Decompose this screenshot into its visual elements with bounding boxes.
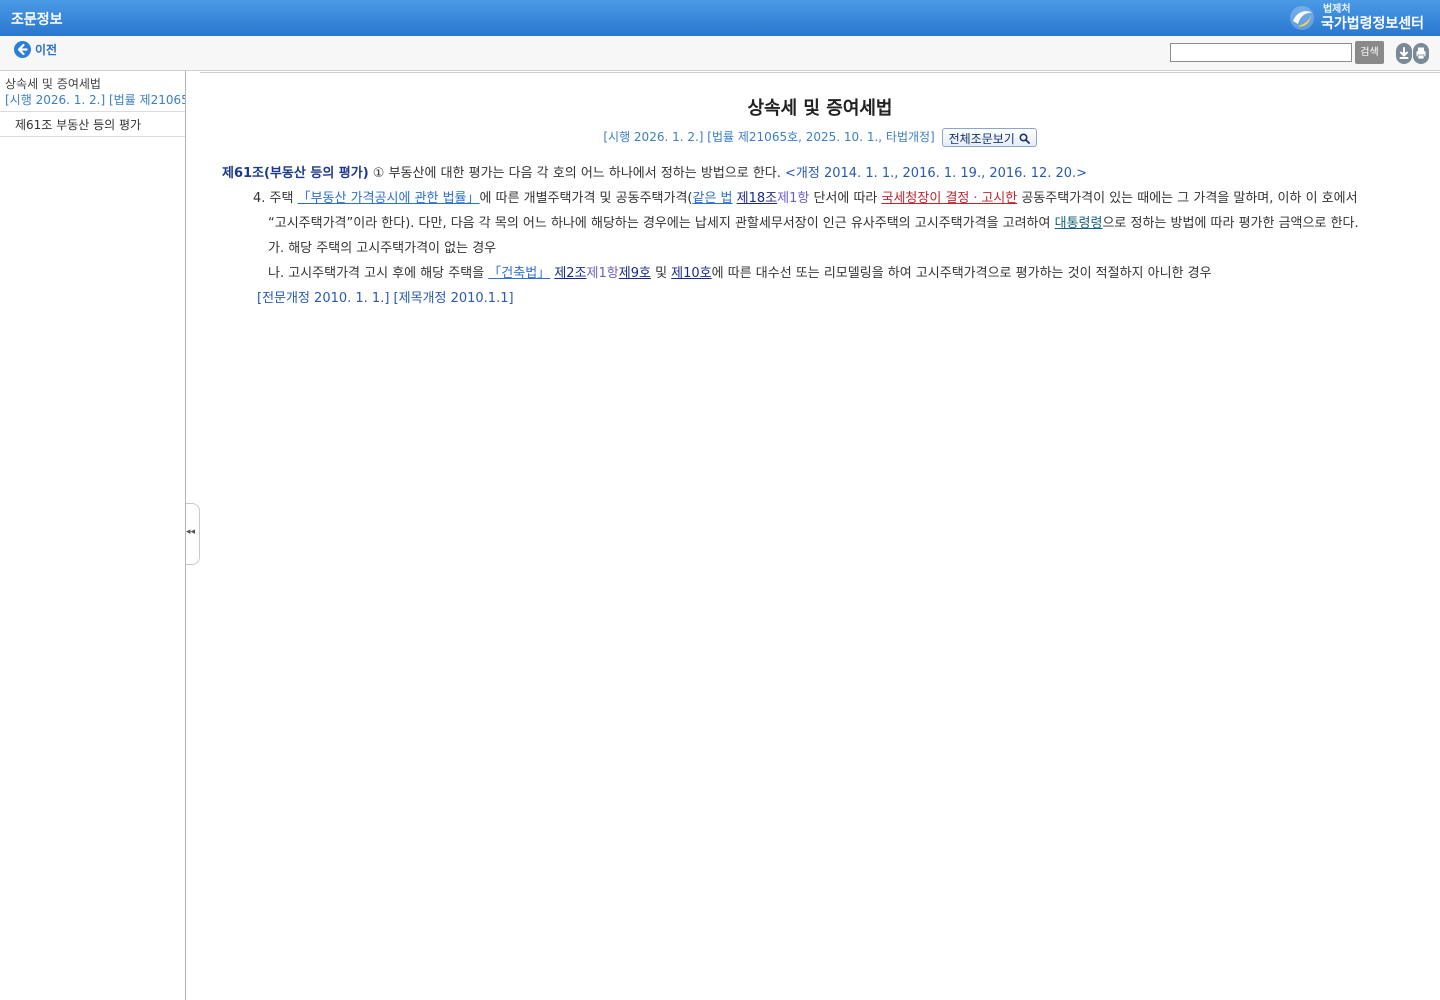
- sub-item-na: 나. 고시주택가격 고시 후에 해당 주택을 「건축법」 제2조제1항제9호 및…: [268, 264, 1212, 284]
- sidebar-collapse-handle[interactable]: ◂◂: [186, 503, 200, 565]
- back-button[interactable]: 이전: [14, 41, 57, 58]
- item-4-text-1: 에 따른 개별주택가격 및 공동주택가격(: [479, 191, 693, 206]
- law-title: 상속세 및 증여세법: [747, 98, 893, 119]
- sidebar-law-name: 상속세 및 증여세법: [5, 77, 101, 91]
- sub-na-tail: 에 따른 대수선 또는 리모델링을 하여 고시주택가격으로 평가하는 것이 적절…: [711, 266, 1212, 281]
- link-article-2-paragraph-1[interactable]: 제1항: [587, 266, 619, 281]
- back-label: 이전: [35, 43, 58, 57]
- item-4-prefix: 4. 주택: [253, 191, 298, 206]
- item-4-text-3: 공동주택가격이 있는 때에는 그 가격을 말하며, 이하 이 호에서: [1017, 191, 1358, 206]
- app-title: 조문정보: [11, 12, 63, 28]
- revision-history[interactable]: [전문개정 2010. 1. 1.] [제목개정 2010.1.1]: [257, 289, 514, 309]
- paragraph-1-text: ① 부동산에 대한 평가는 다음 각 호의 어느 하나에서 정하는 방법으로 한…: [368, 166, 786, 181]
- full-articles-button[interactable]: 전체조문보기: [941, 128, 1037, 147]
- link-real-estate-price-act[interactable]: 「부동산 가격공시에 관한 법률」: [298, 191, 480, 206]
- search-input[interactable]: [1170, 43, 1352, 62]
- link-nts-announcement[interactable]: 국세청장이 결정ㆍ고시한: [882, 191, 1018, 206]
- logo-big-text: 국가법령정보센터: [1320, 16, 1424, 32]
- link-item-10[interactable]: 제10호: [671, 266, 711, 281]
- link-building-act[interactable]: 「건축법」: [488, 266, 550, 281]
- toolbar: 이전 검색: [0, 36, 1440, 71]
- link-same-act[interactable]: 같은 법: [692, 191, 732, 206]
- article-content: 상속세 및 증여세법 [시행 2026. 1. 2.] [법률 제21065호,…: [200, 72, 1440, 1000]
- item-4-line-1: 4. 주택 「부동산 가격공시에 관한 법률」에 따른 개별주택가격 및 공동주…: [253, 189, 1358, 209]
- paragraph-1-amendment[interactable]: <개정 2014. 1. 1., 2016. 1. 19., 2016. 12.…: [785, 166, 1087, 181]
- link-article-2[interactable]: 제2조: [554, 266, 586, 281]
- item-4-line-2: “고시주택가격”이라 한다). 다만, 다음 각 목의 어느 하나에 해당하는 …: [268, 214, 1359, 234]
- link-article-18[interactable]: 제18조: [737, 191, 777, 206]
- double-chevron-left-icon: ◂◂: [186, 527, 196, 537]
- sidebar-law-header: 상속세 및 증여세법 [시행 2026. 1. 2.] [법률 제21065호: [0, 71, 185, 112]
- article-paragraph-1: 제61조(부동산 등의 평가) ① 부동산에 대한 평가는 다음 각 호의 어느…: [222, 164, 1087, 184]
- logo-small-text: 법제처: [1322, 4, 1351, 15]
- back-arrow-icon: [14, 41, 31, 58]
- download-icon[interactable]: [1396, 43, 1412, 64]
- law-meta: [시행 2026. 1. 2.] [법률 제21065호, 2025. 10. …: [200, 128, 1440, 147]
- link-item-9[interactable]: 제9호: [619, 266, 651, 281]
- print-icon[interactable]: [1413, 43, 1429, 64]
- item-4-text-4: “고시주택가격”이라 한다). 다만, 다음 각 목의 어느 하나에 해당하는 …: [268, 216, 1055, 231]
- link-presidential-decree[interactable]: 대통령령: [1055, 216, 1103, 231]
- search-button[interactable]: 검색: [1355, 41, 1384, 64]
- magnifier-icon: [1019, 133, 1030, 144]
- sidebar-law-meta: [시행 2026. 1. 2.] [법률 제21065호: [5, 93, 186, 107]
- sub-na-and: 및: [650, 266, 672, 281]
- sub-item-ga: 가. 해당 주택의 고시주택가격이 없는 경우: [268, 241, 497, 256]
- title-bar: 조문정보 법제처 국가법령정보센터: [0, 0, 1440, 36]
- law-meta-text: [시행 2026. 1. 2.] [법률 제21065호, 2025. 10. …: [603, 130, 935, 144]
- full-articles-label: 전체조문보기: [948, 132, 1015, 146]
- article-title: 제61조(부동산 등의 평가): [222, 166, 369, 181]
- sidebar: 상속세 및 증여세법 [시행 2026. 1. 2.] [법률 제21065호 …: [0, 71, 186, 1000]
- item-4-text-2: 단서에 따라: [809, 191, 882, 206]
- moleg-logo-icon: [1289, 5, 1315, 31]
- link-paragraph-1[interactable]: 제1항: [777, 191, 809, 206]
- sidebar-item-article-61[interactable]: 제61조 부동산 등의 평가: [0, 112, 185, 137]
- moleg-logo[interactable]: 법제처 국가법령정보센터: [1289, 3, 1424, 33]
- sub-na-prefix: 나. 고시주택가격 고시 후에 해당 주택을: [268, 266, 489, 281]
- item-4-text-5: 으로 정하는 방법에 따라 평가한 금액으로 한다.: [1102, 216, 1359, 231]
